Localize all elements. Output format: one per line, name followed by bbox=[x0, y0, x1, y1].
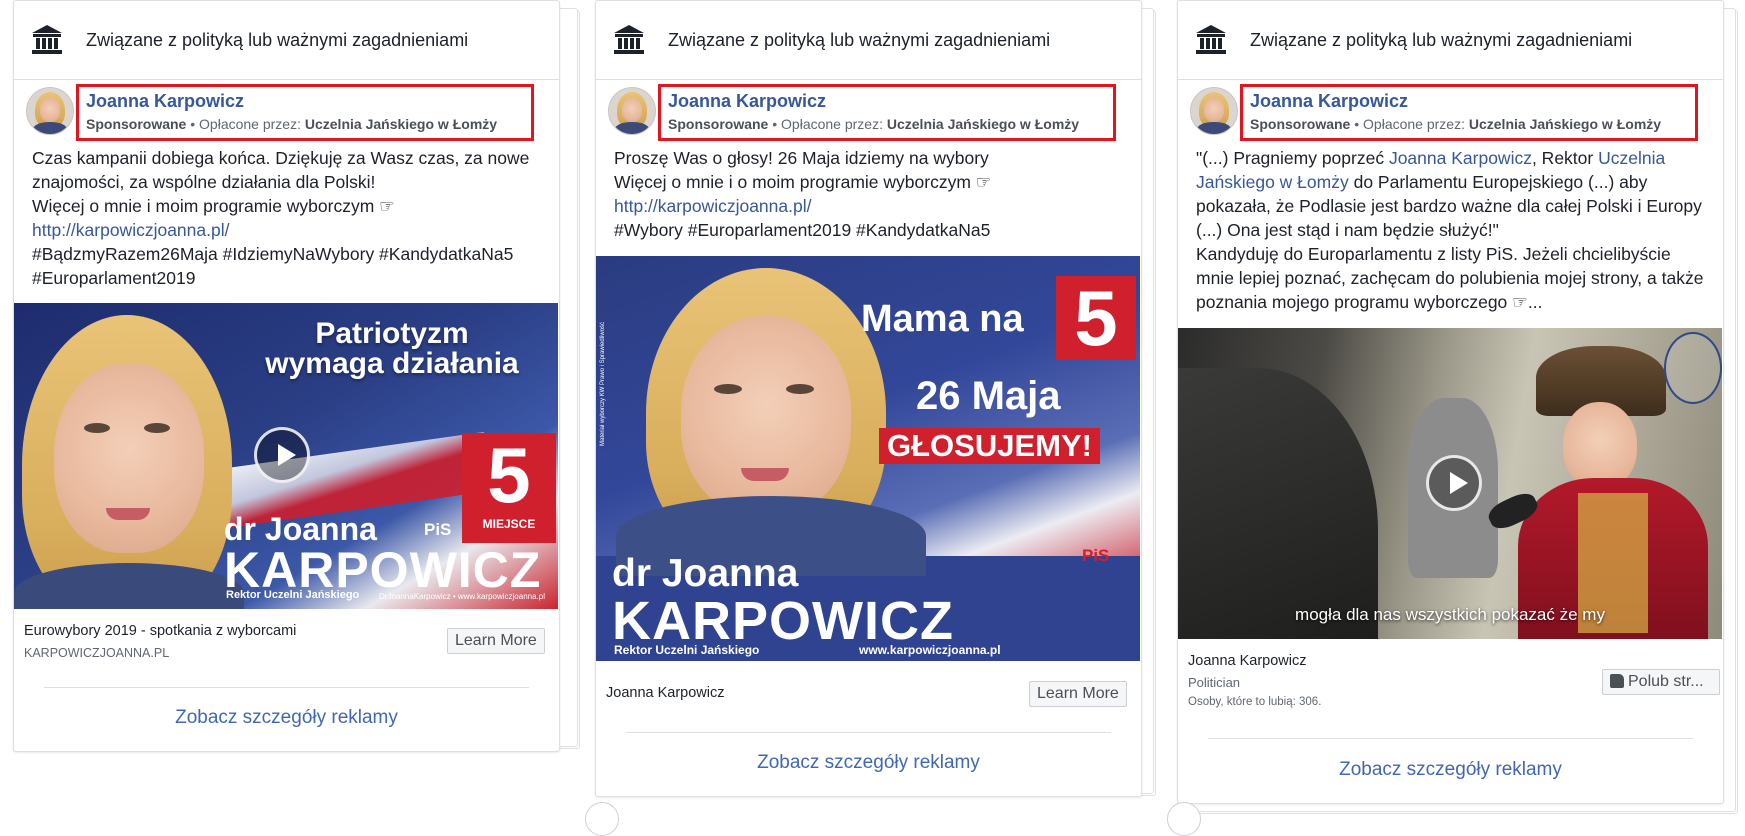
payer-name: Uczelnia Jańskiego w Łomży bbox=[304, 116, 498, 132]
post-line: Kandyduję do Europarlamentu z listy PiS.… bbox=[1196, 244, 1671, 264]
political-ad-banner: Związane z polityką lub ważnymi zagadnie… bbox=[1178, 1, 1723, 80]
link-title[interactable]: Eurowybory 2019 - spotkania z wyborcami bbox=[24, 623, 296, 639]
university-mention-link[interactable]: Jańskiego w Łomży bbox=[1196, 172, 1349, 192]
political-ad-banner: Związane z polityką lub ważnymi zagadnie… bbox=[596, 1, 1141, 80]
see-ad-details-link[interactable]: Zobacz szczegóły reklamy bbox=[596, 752, 1141, 774]
sponsor-info: Sponsorowane • Opłacone przez: Uczelnia … bbox=[86, 116, 497, 132]
institution-icon bbox=[32, 25, 62, 54]
divider bbox=[1208, 738, 1693, 739]
political-ad-label: Związane z polityką lub ważnymi zagadnie… bbox=[1250, 30, 1633, 50]
political-ad-label: Związane z polityką lub ważnymi zagadnie… bbox=[86, 30, 469, 50]
see-ad-details-link[interactable]: Zobacz szczegóły reklamy bbox=[1178, 759, 1723, 781]
post-line: znajomości, za wspólne działania dla Pol… bbox=[32, 172, 376, 192]
party-logo: PiS bbox=[1082, 546, 1110, 565]
sponsor-info: Sponsorowane • Opłacone przez: Uczelnia … bbox=[1250, 116, 1661, 132]
post-line: Jańskiego w Łomży do Parlamentu Europejs… bbox=[1196, 172, 1648, 192]
learn-more-button[interactable]: Learn More bbox=[447, 628, 545, 654]
hashtags[interactable]: #Europarlament2019 bbox=[32, 266, 562, 290]
poster-side-note: Materiał wyborczy KW Prawo i Sprawiedliw… bbox=[600, 321, 606, 446]
poster-handles: DrJoannaKarpowicz • www.karpowiczjoanna.… bbox=[379, 592, 545, 601]
post-line: mnie lepiej poznać, zachęcam do polubien… bbox=[1196, 268, 1704, 288]
play-icon[interactable] bbox=[1426, 455, 1482, 511]
election-date: 26 Maja bbox=[916, 374, 1061, 418]
sponsor-info: Sponsorowane • Opłacone przez: Uczelnia … bbox=[668, 116, 1079, 132]
page-title[interactable]: Joanna Karpowicz bbox=[1188, 653, 1307, 669]
poster-subtitle: Rektor Uczelni Jańskiego bbox=[226, 589, 360, 601]
video-caption: mogła dla nas wszystkich pokazać że my bbox=[1295, 605, 1605, 624]
sponsored-label: Sponsorowane bbox=[668, 116, 769, 132]
poster-website: www.karpowiczjoanna.pl bbox=[859, 643, 1001, 657]
party-logo: PiS bbox=[424, 520, 452, 539]
hashtags[interactable]: #BądzmyRazem26Maja #IdziemyNaWybory #Kan… bbox=[32, 242, 562, 266]
post-line: Więcej o mnie i o moim programie wyborcz… bbox=[614, 172, 992, 192]
political-ad-label: Związane z polityką lub ważnymi zagadnie… bbox=[668, 30, 1051, 50]
sponsored-label: Sponsorowane bbox=[1250, 116, 1351, 132]
ad-card-3: Związane z polityką lub ważnymi zagadnie… bbox=[1177, 0, 1724, 804]
candidate-number: 5 bbox=[487, 431, 531, 519]
candidate-number-sub: MIEJSCE bbox=[482, 517, 536, 531]
avatar[interactable] bbox=[1190, 87, 1238, 135]
post-line: Proszę Was o głosy! 26 Maja idziemy na w… bbox=[614, 148, 989, 168]
post-line: (...) Ona jest stąd i nam będzie służyć!… bbox=[1196, 220, 1499, 240]
post-line: Więcej o mnie i moim programie wyborczym… bbox=[32, 196, 395, 216]
post-text: "(...) Pragniemy poprzeć Joanna Karpowic… bbox=[1196, 146, 1726, 314]
sponsored-label: Sponsorowane bbox=[86, 116, 187, 132]
play-icon[interactable] bbox=[254, 427, 310, 483]
institution-icon bbox=[1196, 25, 1226, 54]
ad-card-1: Związane z polityką lub ważnymi zagadnie… bbox=[13, 0, 560, 752]
poster-subtitle: Rektor Uczelni Jańskiego bbox=[614, 643, 760, 657]
institution-icon bbox=[614, 25, 644, 54]
learn-more-button[interactable]: Learn More bbox=[1029, 681, 1127, 707]
hashtags[interactable]: #Wybory #Europarlament2019 #KandydatkaNa… bbox=[614, 218, 1134, 242]
avatar[interactable] bbox=[608, 87, 656, 135]
poster-headline: Mama na bbox=[861, 298, 1024, 340]
link-title[interactable]: Joanna Karpowicz bbox=[606, 685, 725, 701]
post-text: Proszę Was o głosy! 26 Maja idziemy na w… bbox=[614, 146, 1134, 242]
website-link[interactable]: http://karpowiczjoanna.pl/ bbox=[614, 194, 1134, 218]
page-likes: Osoby, które to lubią: 306. bbox=[1188, 696, 1322, 708]
post-line: Czas kampanii dobiega końca. Dziękuję za… bbox=[32, 148, 530, 168]
thumbs-up-icon bbox=[1610, 674, 1624, 688]
paid-by-label: • Opłacone przez: bbox=[186, 116, 305, 132]
political-ad-banner: Związane z polityką lub ważnymi zagadnie… bbox=[14, 1, 559, 80]
like-page-label: Polub str... bbox=[1628, 673, 1704, 690]
page-name-link[interactable]: Joanna Karpowicz bbox=[86, 91, 244, 112]
payer-name: Uczelnia Jańskiego w Łomży bbox=[1468, 116, 1662, 132]
like-page-button[interactable]: Polub str... bbox=[1602, 669, 1720, 695]
post-line: pokazała, że Podlasie jest bardzo ważne … bbox=[1196, 196, 1702, 216]
page-name-link[interactable]: Joanna Karpowicz bbox=[668, 91, 826, 112]
page-category: Politician bbox=[1188, 675, 1241, 690]
page-name-link[interactable]: Joanna Karpowicz bbox=[1250, 91, 1408, 112]
paid-by-label: • Opłacone przez: bbox=[1350, 116, 1469, 132]
paid-by-label: • Opłacone przez: bbox=[768, 116, 887, 132]
candidate-number: 5 bbox=[1056, 276, 1136, 360]
payer-name: Uczelnia Jańskiego w Łomży bbox=[886, 116, 1080, 132]
poster-headline: Patriotyzm bbox=[315, 317, 469, 350]
post-line: "(...) Pragniemy poprzeć Joanna Karpowic… bbox=[1196, 148, 1666, 168]
avatar[interactable] bbox=[26, 87, 74, 135]
website-link[interactable]: http://karpowiczjoanna.pl/ bbox=[32, 218, 562, 242]
divider bbox=[626, 732, 1111, 733]
carousel-indicator[interactable] bbox=[585, 802, 619, 836]
ad-video[interactable]: mogła dla nas wszystkich pokazać że my bbox=[1178, 328, 1722, 639]
university-mention-link[interactable]: Uczelnia bbox=[1598, 148, 1665, 168]
ad-image[interactable]: Mama na 5 26 Maja GŁOSUJEMY! PiS Materia… bbox=[596, 256, 1140, 661]
link-domain: KARPOWICZJOANNA.PL bbox=[24, 646, 170, 660]
ad-video[interactable]: Patriotyzm wymaga działania 5 MIEJSCE Pi… bbox=[14, 303, 558, 609]
page-mention-link[interactable]: Joanna Karpowicz bbox=[1389, 148, 1532, 168]
vote-label: GŁOSUJEMY! bbox=[879, 428, 1100, 464]
ad-card-2: Związane z polityką lub ważnymi zagadnie… bbox=[595, 0, 1142, 797]
post-text: Czas kampanii dobiega końca. Dziękuję za… bbox=[32, 146, 562, 290]
see-ad-details-link[interactable]: Zobacz szczegóły reklamy bbox=[14, 707, 559, 729]
poster-headline: wymaga działania bbox=[265, 347, 519, 380]
carousel-indicator[interactable] bbox=[1167, 802, 1201, 836]
post-line: poznania mojego programu wyborczego ☞... bbox=[1196, 292, 1543, 312]
divider bbox=[44, 687, 529, 688]
